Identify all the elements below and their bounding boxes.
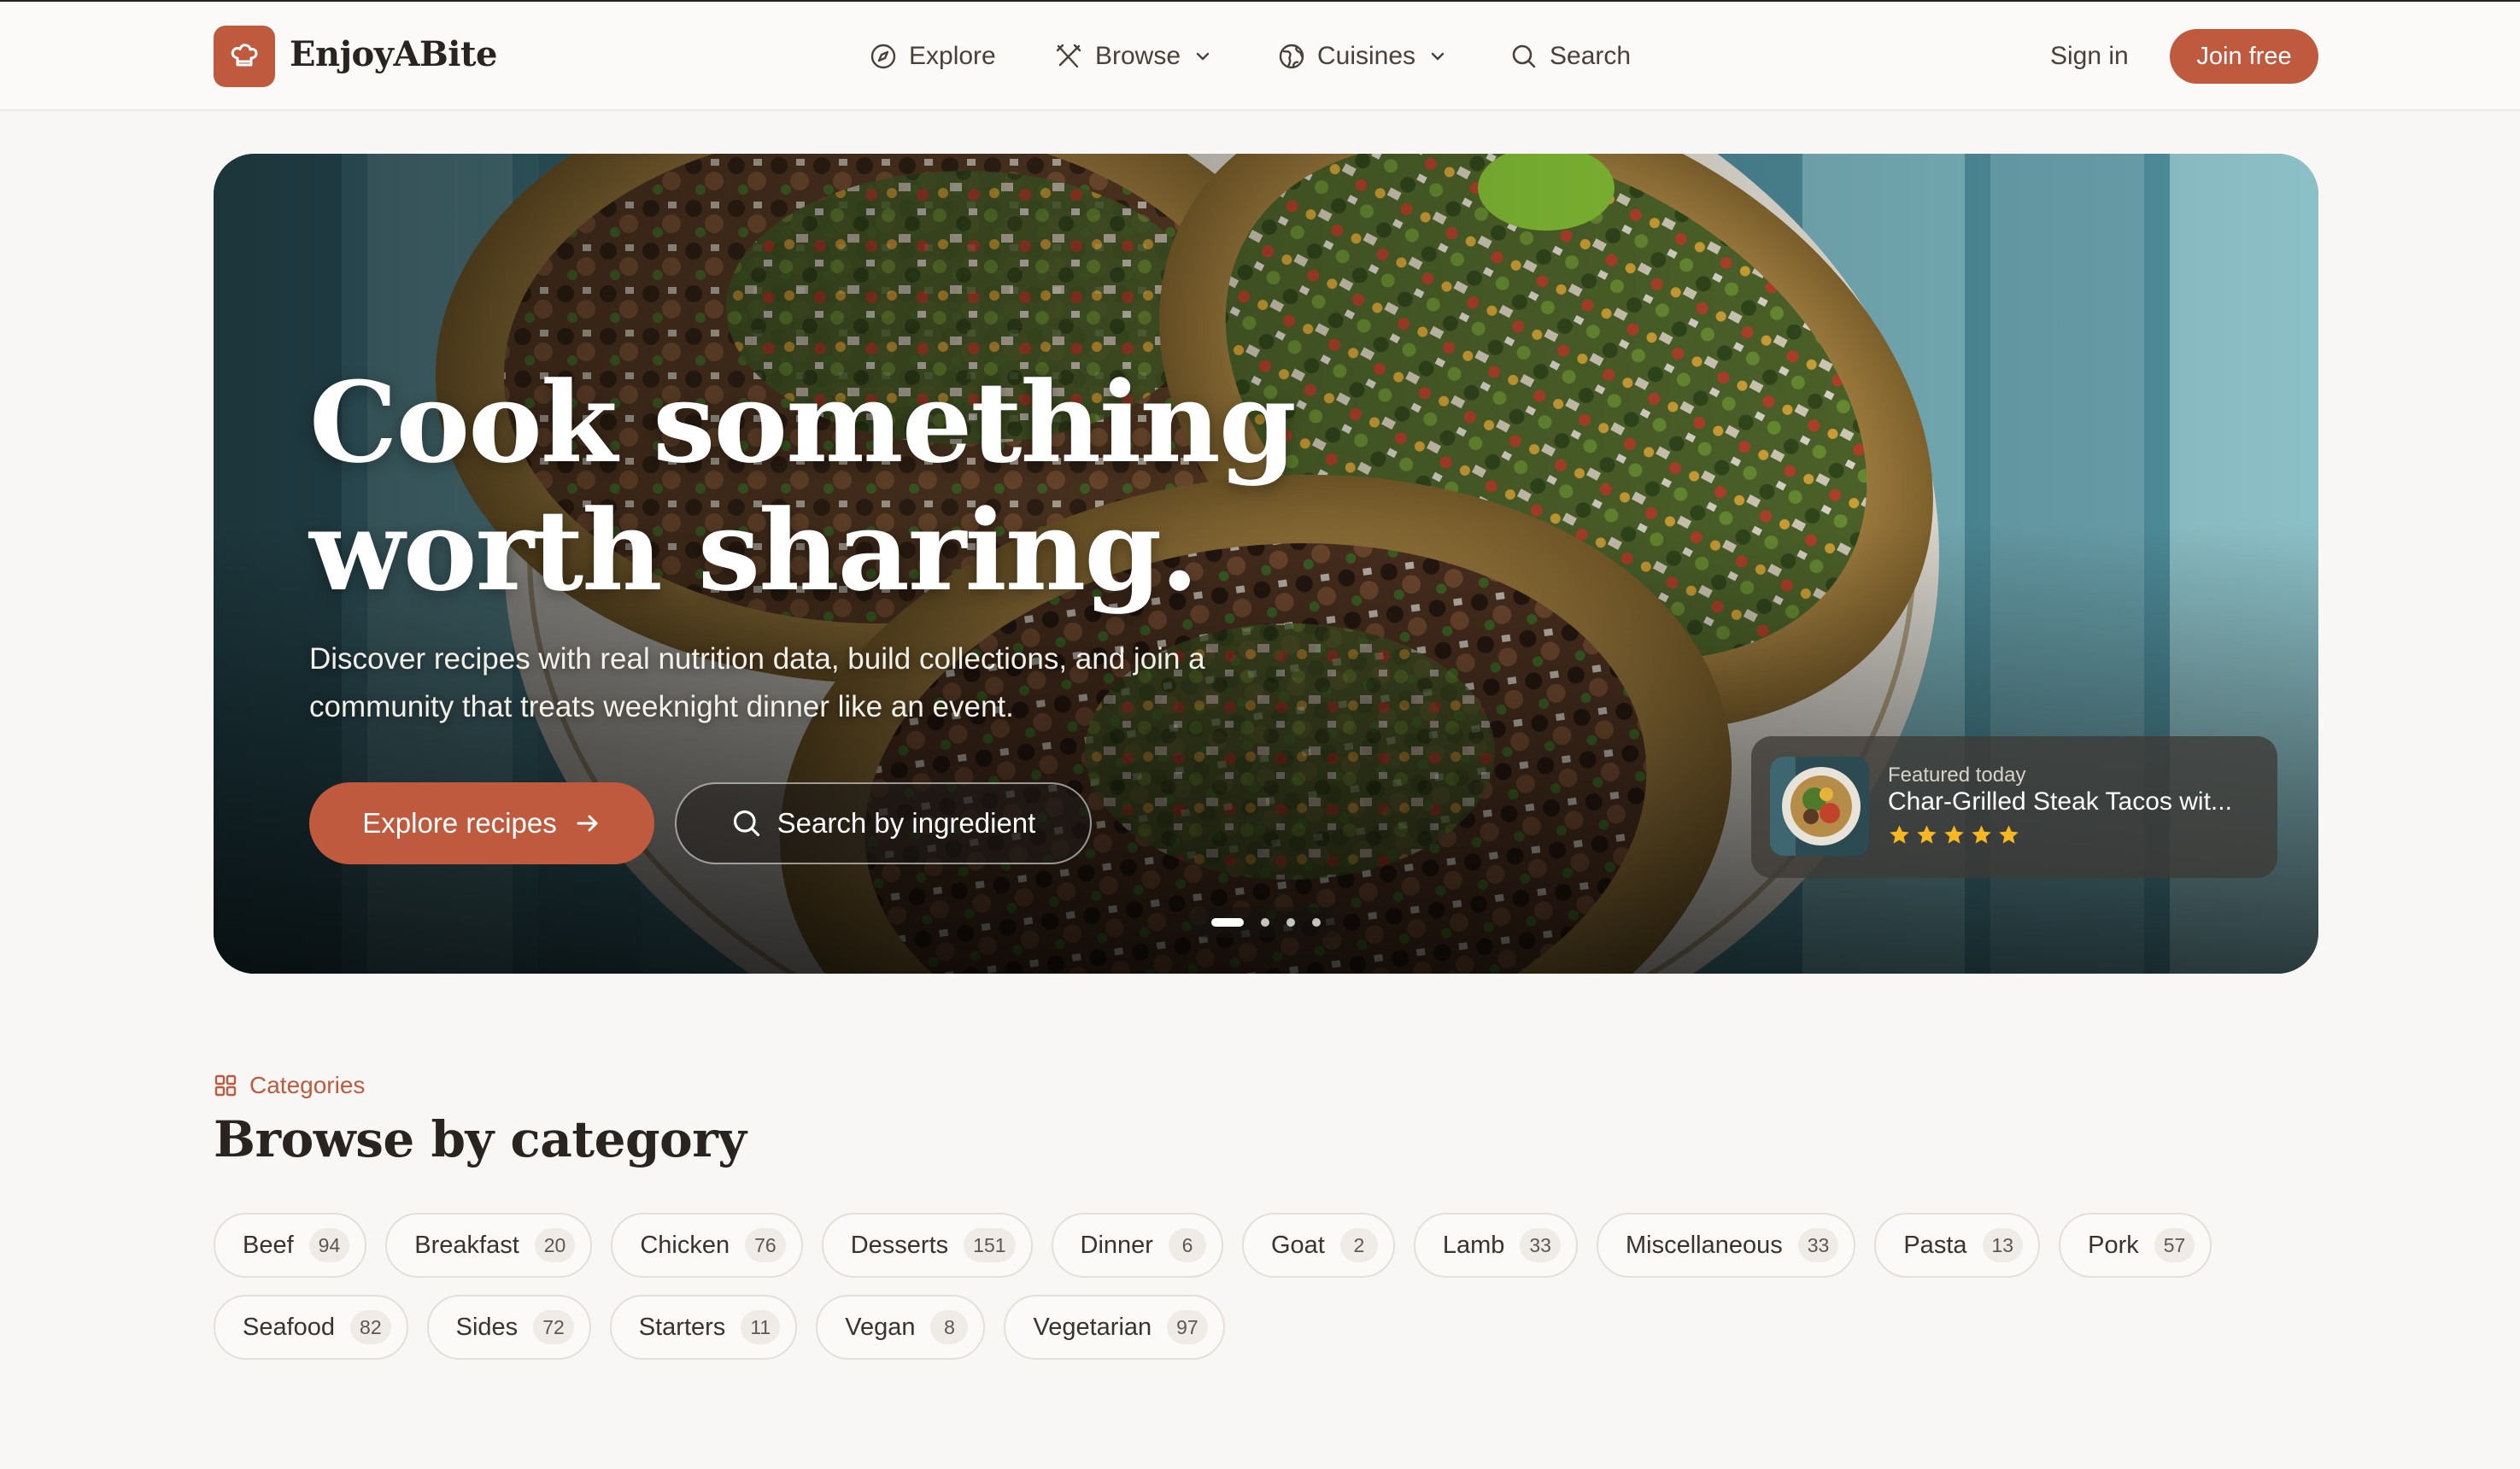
- category-chip[interactable]: Vegan 8: [816, 1295, 986, 1360]
- category-count-badge: 11: [741, 1310, 781, 1344]
- category-count-badge: 13: [1982, 1228, 2024, 1262]
- category-count-badge: 82: [350, 1310, 391, 1344]
- category-count-badge: 57: [2154, 1228, 2195, 1262]
- category-chip[interactable]: Beef 94: [214, 1213, 367, 1278]
- category-name: Beef: [243, 1231, 294, 1259]
- category-chip[interactable]: Seafood 82: [214, 1295, 408, 1360]
- category-chip[interactable]: Starters 11: [609, 1295, 798, 1360]
- star-icon: [1890, 825, 1909, 844]
- category-count-badge: 20: [534, 1228, 576, 1262]
- carousel-dot-2[interactable]: [1261, 918, 1269, 927]
- category-count-badge: 72: [533, 1310, 574, 1344]
- join-free-button[interactable]: Join free: [2170, 29, 2318, 84]
- top-navbar: EnjoyABite Explore Browse Cuisines Searc…: [0, 2, 2520, 111]
- category-name: Seafood: [243, 1313, 336, 1341]
- carousel-indicators: [1189, 907, 1343, 938]
- category-name: Breakfast: [414, 1231, 519, 1259]
- search-by-ingredient-label: Search by ingredient: [777, 807, 1036, 839]
- categories-heading: Browse by category: [214, 1110, 747, 1168]
- star-icon: [1944, 825, 1964, 844]
- category-name: Miscellaneous: [1625, 1231, 1783, 1259]
- category-chip[interactable]: Goat 2: [1241, 1213, 1395, 1278]
- star-icon: [1917, 825, 1937, 844]
- category-chip[interactable]: Breakfast 20: [385, 1213, 593, 1278]
- chevron-down-icon: [1431, 52, 1445, 61]
- category-count-badge: 33: [1797, 1228, 1839, 1262]
- category-chip[interactable]: Desserts 151: [821, 1213, 1033, 1278]
- category-name: Dinner: [1080, 1231, 1153, 1259]
- globe-icon: [1279, 44, 1304, 69]
- nav-browse[interactable]: Browse: [1054, 38, 1213, 75]
- hero-banner: Cook something worth sharing. Discover r…: [214, 154, 2318, 974]
- category-chip[interactable]: Lamb 33: [1413, 1213, 1578, 1278]
- category-name: Lamb: [1442, 1231, 1505, 1259]
- search-by-ingredient-button[interactable]: Search by ingredient: [675, 782, 1092, 864]
- categories-eyebrow: Categories: [214, 1072, 366, 1098]
- category-count-badge: 94: [308, 1228, 350, 1262]
- nav-search[interactable]: Search: [1510, 38, 1631, 75]
- explore-recipes-button[interactable]: Explore recipes: [309, 782, 654, 864]
- category-name: Desserts: [850, 1231, 949, 1259]
- featured-recipe-card[interactable]: Featured today Char-Grilled Steak Tacos …: [1751, 736, 2277, 878]
- nav-cuisines-label: Cuisines: [1317, 42, 1416, 70]
- category-chip[interactable]: Miscellaneous 33: [1596, 1213, 1856, 1278]
- grid-icon: [214, 1074, 237, 1097]
- category-count-badge: 2: [1339, 1228, 1378, 1262]
- category-count-badge: 97: [1167, 1310, 1208, 1344]
- category-count-badge: 76: [745, 1228, 786, 1262]
- nav-browse-label: Browse: [1095, 42, 1181, 70]
- sign-in-link[interactable]: Sign in: [2050, 42, 2129, 71]
- nav-explore[interactable]: Explore: [870, 38, 996, 75]
- star-icon: [1972, 825, 1991, 844]
- nav-search-label: Search: [1550, 42, 1632, 70]
- search-icon: [733, 810, 759, 837]
- carousel-dot-4[interactable]: [1312, 918, 1321, 927]
- category-name: Vegan: [845, 1313, 916, 1341]
- featured-recipe-title: Char-Grilled Steak Tacos wit...: [1888, 787, 2232, 816]
- featured-label: Featured today: [1888, 764, 2026, 787]
- compass-icon: [870, 44, 896, 69]
- category-name: Pasta: [1903, 1231, 1967, 1259]
- category-chip[interactable]: Dinner 6: [1051, 1213, 1223, 1278]
- category-name: Chicken: [640, 1231, 730, 1259]
- category-chip[interactable]: Sides 72: [426, 1295, 591, 1360]
- chevron-down-icon: [1196, 52, 1210, 61]
- category-name: Goat: [1270, 1231, 1325, 1259]
- category-count-badge: 33: [1520, 1228, 1561, 1262]
- hero-subtitle: Discover recipes with real nutrition dat…: [309, 642, 1205, 723]
- nav-cuisines[interactable]: Cuisines: [1278, 38, 1448, 75]
- category-chip[interactable]: Vegetarian 97: [1004, 1295, 1225, 1360]
- carousel-dot-1[interactable]: [1211, 918, 1244, 927]
- utensils-crossed-icon: [1056, 44, 1081, 68]
- category-chip-list: Beef 94 Breakfast 20 Chicken 76 Desserts 151…: [214, 1213, 2264, 1360]
- star-icon: [1999, 825, 2019, 844]
- search-icon: [1512, 44, 1536, 68]
- category-name: Vegetarian: [1033, 1313, 1152, 1341]
- category-name: Starters: [638, 1313, 726, 1341]
- category-name: Sides: [455, 1313, 519, 1341]
- categories-eyebrow-label: Categories: [249, 1072, 366, 1098]
- category-chip[interactable]: Chicken 76: [611, 1213, 803, 1278]
- category-count-badge: 151: [964, 1228, 1016, 1262]
- category-chip[interactable]: Pasta 13: [1874, 1213, 2041, 1278]
- category-count-badge: 8: [930, 1310, 969, 1344]
- chef-hat-icon[interactable]: [214, 26, 275, 87]
- brand-name[interactable]: EnjoyABite: [290, 34, 497, 74]
- category-count-badge: 6: [1168, 1228, 1206, 1262]
- featured-recipe-thumbnail: [1770, 757, 1869, 856]
- hero-title: Cook something worth sharing.: [309, 357, 1297, 616]
- category-chip[interactable]: Pork 57: [2059, 1213, 2212, 1278]
- star-rating: [1888, 823, 2020, 846]
- carousel-dot-3[interactable]: [1286, 918, 1295, 927]
- explore-recipes-label: Explore recipes: [362, 807, 557, 839]
- arrow-right-icon: [577, 815, 598, 832]
- category-name: Pork: [2088, 1231, 2139, 1259]
- nav-explore-label: Explore: [909, 42, 996, 70]
